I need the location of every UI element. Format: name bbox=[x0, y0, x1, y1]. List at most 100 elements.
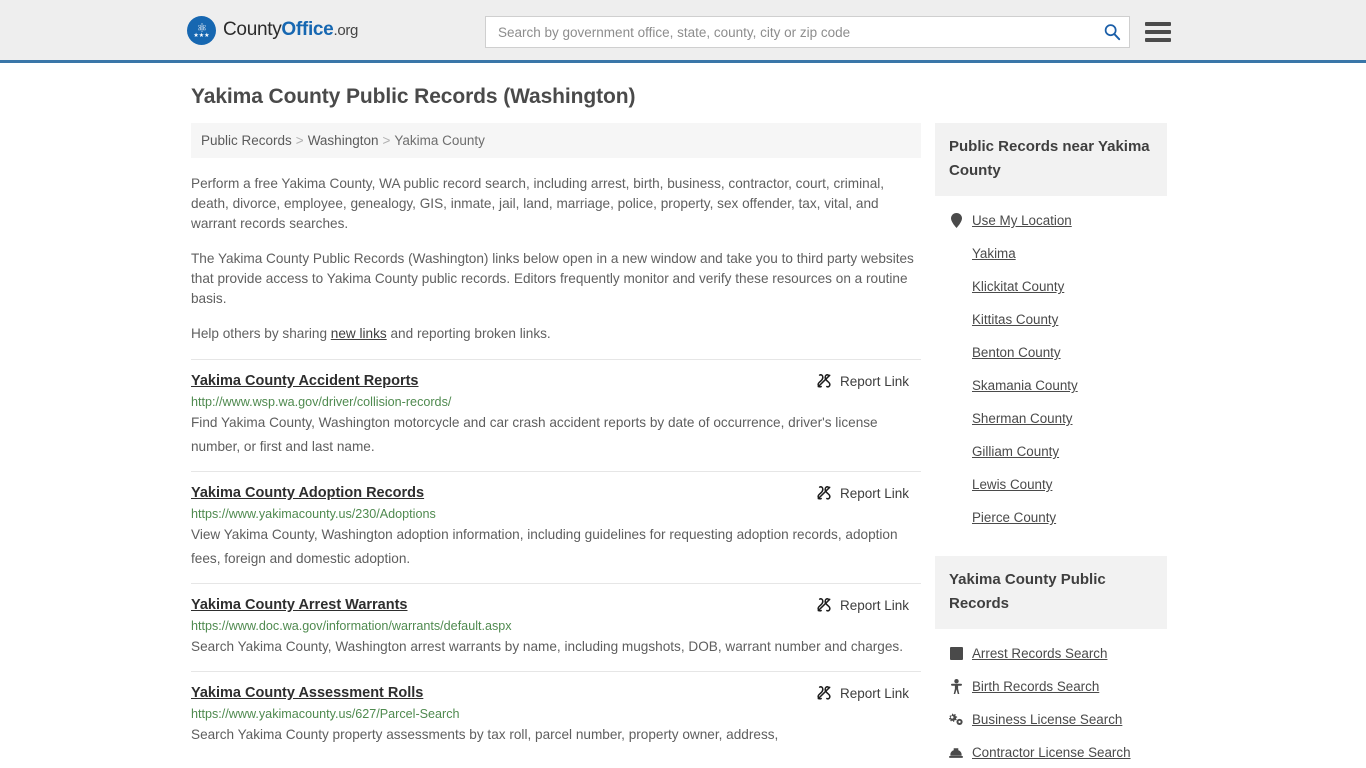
fingerprint-card-icon bbox=[949, 646, 963, 661]
sidebar-records-list: Arrest Records Search Birth Records Searc… bbox=[935, 629, 1167, 768]
sidebar-nearby-item-label[interactable]: Use My Location bbox=[972, 213, 1072, 228]
report-link-label: Report Link bbox=[839, 485, 909, 501]
broken-link-icon bbox=[816, 485, 832, 501]
breadcrumb: Public Records > Washington > Yakima County bbox=[191, 123, 921, 158]
sidebar-record-item-label[interactable]: Birth Records Search bbox=[972, 679, 1099, 694]
no-icon bbox=[949, 345, 963, 360]
main-column: Public Records > Washington > Yakima County … bbox=[191, 123, 921, 759]
report-link-label: Report Link bbox=[839, 373, 909, 389]
report-link-button[interactable]: Report Link bbox=[816, 685, 921, 701]
baby-icon bbox=[949, 679, 963, 694]
sidebar-records-block: Yakima County Public Records Arrest Reco… bbox=[935, 556, 1167, 768]
sidebar-record-item-label[interactable]: Contractor License Search bbox=[972, 745, 1131, 760]
record-title-link[interactable]: Yakima County Adoption Records bbox=[191, 485, 424, 501]
report-link-label: Report Link bbox=[839, 685, 909, 701]
breadcrumb-item-washington[interactable]: Washington bbox=[308, 133, 379, 148]
record-item: Yakima County Assessment Rolls Report Lin… bbox=[191, 671, 921, 759]
search-icon[interactable] bbox=[1103, 23, 1121, 41]
record-list: Yakima County Accident Reports Report Lin… bbox=[191, 359, 921, 759]
sidebar-nearby-item-label[interactable]: Sherman County bbox=[972, 411, 1072, 426]
breadcrumb-separator: > bbox=[382, 133, 391, 148]
record-header: Yakima County Adoption Records Report Lin… bbox=[191, 485, 921, 501]
broken-link-icon bbox=[816, 373, 832, 389]
record-item: Yakima County Adoption Records Report Lin… bbox=[191, 471, 921, 583]
no-icon bbox=[949, 378, 963, 393]
report-link-button[interactable]: Report Link bbox=[816, 597, 921, 613]
breadcrumb-separator: > bbox=[295, 133, 304, 148]
sidebar: Public Records near Yakima County Use My… bbox=[935, 123, 1167, 768]
brand-part-office: Office bbox=[281, 19, 334, 40]
site-logo[interactable]: ⚛ ★★★ CountyOffice.org bbox=[187, 15, 358, 45]
search-input[interactable] bbox=[496, 23, 1103, 41]
no-icon bbox=[949, 246, 963, 261]
sidebar-nearby-item-sherman-county[interactable]: Sherman County bbox=[949, 402, 1167, 435]
site-header: ⚛ ★★★ CountyOffice.org bbox=[0, 0, 1366, 63]
page-container: Yakima County Public Records (Washington… bbox=[183, 63, 1183, 768]
sidebar-nearby-item-label[interactable]: Gilliam County bbox=[972, 444, 1059, 459]
sidebar-nearby-item-label[interactable]: Klickitat County bbox=[972, 279, 1064, 294]
record-url[interactable]: https://www.yakimacounty.us/627/Parcel-S… bbox=[191, 707, 921, 721]
record-description: Search Yakima County, Washington arrest … bbox=[191, 639, 903, 654]
no-icon bbox=[949, 312, 963, 327]
record-description: Find Yakima County, Washington motorcycl… bbox=[191, 415, 878, 454]
record-description: View Yakima County, Washington adoption … bbox=[191, 527, 898, 566]
sidebar-record-item-business-license-search[interactable]: Business License Search bbox=[949, 703, 1167, 736]
sidebar-nearby-item-pierce-county[interactable]: Pierce County bbox=[949, 501, 1167, 534]
sidebar-record-item-label[interactable]: Arrest Records Search bbox=[972, 646, 1107, 661]
hamburger-menu-icon[interactable] bbox=[1145, 22, 1171, 42]
map-pin-icon bbox=[949, 213, 963, 228]
no-icon bbox=[949, 279, 963, 294]
sidebar-nearby-list: Use My Location Yakima Klickitat County Kit… bbox=[935, 196, 1167, 534]
sidebar-nearby-item-lewis-county[interactable]: Lewis County bbox=[949, 468, 1167, 501]
sidebar-nearby-heading: Public Records near Yakima County bbox=[935, 123, 1167, 196]
record-title-link[interactable]: Yakima County Accident Reports bbox=[191, 373, 419, 389]
content-columns: Public Records > Washington > Yakima County … bbox=[183, 123, 1183, 768]
report-link-button[interactable]: Report Link bbox=[816, 373, 921, 389]
sidebar-record-item-birth-records-search[interactable]: Birth Records Search bbox=[949, 670, 1167, 703]
record-header: Yakima County Arrest Warrants Report Link bbox=[191, 597, 921, 613]
record-url[interactable]: https://www.doc.wa.gov/information/warra… bbox=[191, 619, 921, 633]
sidebar-nearby-item-label[interactable]: Lewis County bbox=[972, 477, 1052, 492]
search-box[interactable] bbox=[485, 16, 1130, 48]
record-title-link[interactable]: Yakima County Assessment Rolls bbox=[191, 685, 423, 701]
intro-help-line: Help others by sharing new links and rep… bbox=[191, 324, 921, 344]
sidebar-nearby-item-label[interactable]: Pierce County bbox=[972, 510, 1056, 525]
brand-part-county: County bbox=[223, 19, 282, 40]
help-prefix: Help others by sharing bbox=[191, 326, 331, 341]
sidebar-nearby-item-gilliam-county[interactable]: Gilliam County bbox=[949, 435, 1167, 468]
hamburger-bar bbox=[1145, 38, 1171, 42]
record-url[interactable]: http://www.wsp.wa.gov/driver/collision-r… bbox=[191, 395, 921, 409]
sidebar-nearby-item-yakima[interactable]: Yakima bbox=[949, 237, 1167, 270]
page-title: Yakima County Public Records (Washington… bbox=[191, 85, 636, 108]
record-description: Search Yakima County property assessment… bbox=[191, 727, 779, 742]
sidebar-nearby-item-klickitat-county[interactable]: Klickitat County bbox=[949, 270, 1167, 303]
sidebar-nearby-item-benton-county[interactable]: Benton County bbox=[949, 336, 1167, 369]
sidebar-nearby-item-label[interactable]: Benton County bbox=[972, 345, 1061, 360]
sidebar-nearby-item-kittitas-county[interactable]: Kittitas County bbox=[949, 303, 1167, 336]
sidebar-nearby-item-skamania-county[interactable]: Skamania County bbox=[949, 369, 1167, 402]
sidebar-nearby-item-label[interactable]: Kittitas County bbox=[972, 312, 1058, 327]
intro-paragraph-2: The Yakima County Public Records (Washin… bbox=[191, 251, 914, 306]
hard-hat-icon bbox=[949, 745, 963, 760]
record-header: Yakima County Assessment Rolls Report Lin… bbox=[191, 685, 921, 701]
sidebar-nearby-item-label[interactable]: Skamania County bbox=[972, 378, 1078, 393]
sidebar-records-heading: Yakima County Public Records bbox=[935, 556, 1167, 629]
sidebar-record-item-contractor-license-search[interactable]: Contractor License Search bbox=[949, 736, 1167, 768]
sidebar-nearby-item-label[interactable]: Yakima bbox=[972, 246, 1016, 261]
sidebar-nearby-item-use-my-location[interactable]: Use My Location bbox=[949, 204, 1167, 237]
new-links-link[interactable]: new links bbox=[331, 326, 387, 341]
gears-icon bbox=[949, 712, 963, 727]
no-icon bbox=[949, 444, 963, 459]
broken-link-icon bbox=[816, 597, 832, 613]
sidebar-record-item-label[interactable]: Business License Search bbox=[972, 712, 1122, 727]
intro-text: Perform a free Yakima County, WA public … bbox=[191, 174, 921, 344]
report-link-button[interactable]: Report Link bbox=[816, 485, 921, 501]
broken-link-icon bbox=[816, 685, 832, 701]
no-icon bbox=[949, 411, 963, 426]
sidebar-record-item-arrest-records-search[interactable]: Arrest Records Search bbox=[949, 637, 1167, 670]
record-title-link[interactable]: Yakima County Arrest Warrants bbox=[191, 597, 408, 613]
record-url[interactable]: https://www.yakimacounty.us/230/Adoption… bbox=[191, 507, 921, 521]
record-item: Yakima County Arrest Warrants Report Link… bbox=[191, 583, 921, 671]
search-area bbox=[485, 16, 1171, 48]
breadcrumb-item-public-records[interactable]: Public Records bbox=[201, 133, 292, 148]
